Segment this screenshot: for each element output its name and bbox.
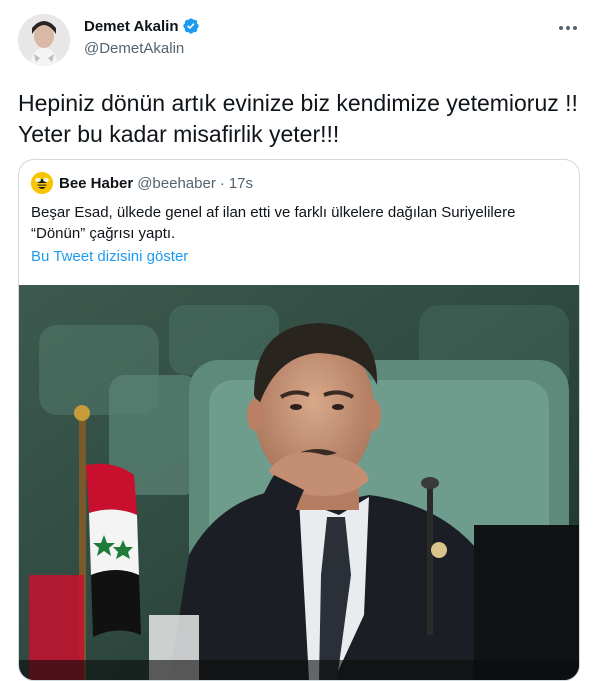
show-thread-link[interactable]: Bu Tweet dizisini göster xyxy=(31,248,188,265)
separator-dot: · xyxy=(219,174,225,192)
quoted-tweet-timestamp[interactable]: 17s xyxy=(229,175,253,192)
quoted-author-display-name[interactable]: Bee Haber xyxy=(59,175,133,192)
quoted-tweet-header: Bee Haber @beehaber · 17s xyxy=(31,172,253,194)
author-handle[interactable]: @DemetAkalin xyxy=(84,40,184,57)
quoted-tweet-photo[interactable] xyxy=(19,285,579,680)
bee-logo-icon xyxy=(31,172,53,194)
quoted-author-handle[interactable]: @beehaber xyxy=(137,175,216,192)
author-avatar-image xyxy=(18,14,70,66)
author-avatar[interactable] xyxy=(18,14,70,66)
author-display-name[interactable]: Demet Akalin xyxy=(84,18,178,35)
tweet-text: Hepiniz dönün artık evinize biz kendimiz… xyxy=(18,90,578,147)
quoted-tweet-card[interactable]: Bee Haber @beehaber · 17s Beşar Esad, ül… xyxy=(18,159,580,681)
more-options-icon[interactable] xyxy=(556,16,580,40)
quoted-author-avatar[interactable] xyxy=(31,172,53,194)
verified-badge-icon xyxy=(183,18,200,34)
quoted-tweet-text: Beşar Esad, ülkede genel af ilan etti ve… xyxy=(31,204,516,242)
author-name-row: Demet Akalin xyxy=(84,17,200,35)
